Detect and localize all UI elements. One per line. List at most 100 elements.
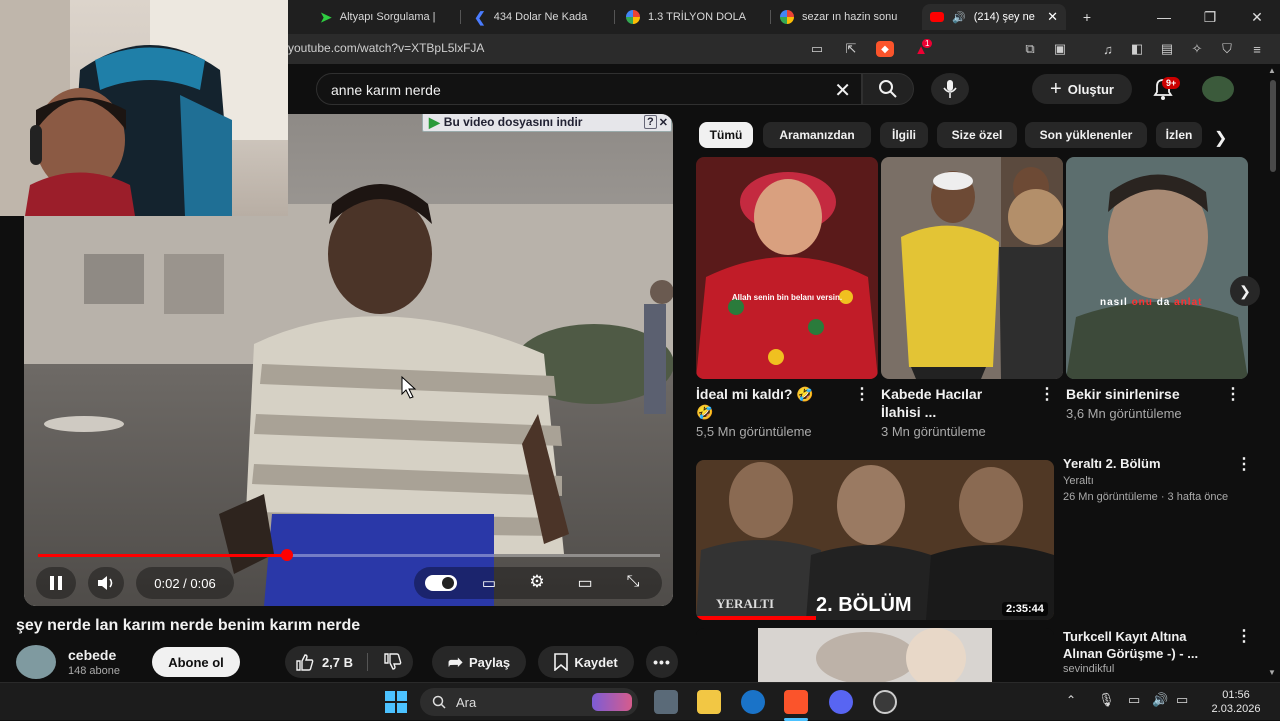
volume-tray-icon[interactable]: 🔊 xyxy=(1152,692,1168,708)
pause-button[interactable] xyxy=(36,567,76,599)
rec-channel-2[interactable]: sevindikful xyxy=(1063,663,1114,675)
short-title-1-line2[interactable]: 🤣 xyxy=(696,403,713,421)
taskbar-search[interactable]: Ara xyxy=(420,688,638,716)
microphone-tray-icon[interactable]: 🎙 xyxy=(1098,692,1115,708)
channel-name[interactable]: cebede xyxy=(68,647,116,663)
rec-title-2-line2[interactable]: Alınan Görüşme -) - ... xyxy=(1063,645,1198,662)
chip-watched[interactable]: İzlen xyxy=(1156,122,1202,148)
voice-search-button[interactable] xyxy=(931,73,969,105)
vpn-icon[interactable]: ⛉ xyxy=(1218,41,1236,57)
create-button[interactable]: + Oluştur xyxy=(1032,74,1132,104)
tab-close-icon[interactable]: ✕ xyxy=(1047,9,1058,25)
subtitles-icon[interactable]: ▭ xyxy=(478,574,500,592)
short-thumbnail-2[interactable] xyxy=(881,157,1063,379)
short-menu-icon[interactable]: ⋮ xyxy=(854,387,870,403)
scroll-down-icon[interactable]: ▼ xyxy=(1268,668,1276,677)
short-thumbnail-3[interactable]: nasıl onu da anlat xyxy=(1066,157,1248,379)
menu-icon[interactable]: ≡ xyxy=(1248,41,1266,57)
chips-next-chevron-icon[interactable]: ❯ xyxy=(1214,128,1227,148)
tray-overflow-chevron-icon[interactable]: ⌃ xyxy=(1066,693,1076,707)
extensions-icon[interactable]: ⧉ xyxy=(1021,41,1039,57)
search-query[interactable]: anne karım nerde xyxy=(331,82,441,98)
save-label: Kaydet xyxy=(574,654,618,670)
rec-menu-icon[interactable]: ⋮ xyxy=(1236,457,1252,473)
download-video-bar[interactable]: ▶ Bu video dosyasını indir ? ✕ xyxy=(422,114,672,132)
taskbar-clock[interactable]: 01:56 2.03.2026 xyxy=(1204,688,1268,716)
tab-sezar[interactable]: sezar ın hazin sonu xyxy=(772,4,918,30)
more-actions-button[interactable]: ••• xyxy=(646,646,678,678)
share-button[interactable]: ➦ Paylaş xyxy=(432,646,526,678)
help-icon[interactable]: ? xyxy=(644,115,657,129)
chip-recently-uploaded[interactable]: Son yüklenenler xyxy=(1025,122,1147,148)
rec-thumb-logo: YERALTI xyxy=(716,596,775,611)
short-title-3[interactable]: Bekir sinirlenirse xyxy=(1066,385,1180,403)
short-title-1[interactable]: İdeal mi kaldı? 🤣 xyxy=(696,385,814,403)
chip-from-search[interactable]: Aramanızdan xyxy=(763,122,871,148)
like-button[interactable]: 2,7 B xyxy=(296,653,369,671)
rec-title-1[interactable]: Yeraltı 2. Bölüm xyxy=(1063,455,1161,472)
task-view-icon[interactable] xyxy=(654,690,678,714)
clear-search-icon[interactable]: ✕ xyxy=(834,78,851,103)
volume-button[interactable] xyxy=(88,567,124,599)
rec-menu-icon[interactable]: ⋮ xyxy=(1236,629,1252,645)
scrollbar-thumb[interactable] xyxy=(1270,80,1276,172)
minimize-icon[interactable]: — xyxy=(1152,6,1176,28)
sidebar-icon[interactable]: ◧ xyxy=(1128,41,1146,57)
dislike-button[interactable] xyxy=(374,653,402,671)
fullscreen-icon[interactable]: ⤡ xyxy=(622,573,644,591)
autoplay-toggle[interactable] xyxy=(425,575,457,591)
wallet-icon[interactable]: ▤ xyxy=(1158,41,1176,57)
tab-altyapi[interactable]: ➤ Altyapı Sorgulama | xyxy=(312,4,454,30)
scroll-up-icon[interactable]: ▲ xyxy=(1268,66,1276,75)
save-button[interactable]: Kaydet xyxy=(538,646,634,678)
progress-scrubber-handle[interactable] xyxy=(280,549,293,561)
settings-gear-icon[interactable]: ⚙ xyxy=(526,572,548,592)
chrome-like-app-icon[interactable] xyxy=(873,690,897,714)
new-tab-button[interactable]: + xyxy=(1075,6,1099,28)
rec-thumbnail-2[interactable] xyxy=(696,628,1054,682)
progress-bar[interactable] xyxy=(38,549,660,561)
search-button[interactable] xyxy=(862,73,914,105)
page-scrollbar[interactable]: ▲ ▼ xyxy=(1266,64,1280,682)
short-title-2-line2[interactable]: İlahisi ... xyxy=(881,403,936,421)
subscribe-button[interactable]: Abone ol xyxy=(152,647,240,677)
search-highlight-icon xyxy=(592,693,632,711)
screenshot-icon[interactable]: ▣ xyxy=(1051,41,1069,57)
media-icon[interactable]: ♫ xyxy=(1099,41,1117,57)
rec-title-2[interactable]: Turkcell Kayıt Altına xyxy=(1063,628,1187,645)
shorts-next-chevron-icon[interactable]: ❯ xyxy=(1230,276,1260,306)
short-menu-icon[interactable]: ⋮ xyxy=(1039,387,1055,403)
tab-youtube-active[interactable]: 🔊 (214) şey ne ✕ xyxy=(922,4,1066,30)
network-icon[interactable]: ▭ xyxy=(1128,692,1140,708)
mail-app-icon[interactable] xyxy=(741,690,765,714)
theater-mode-icon[interactable]: ▭ xyxy=(572,573,598,592)
short-thumbnail-1[interactable]: Allah senin bin belanı versin. xyxy=(696,157,878,379)
leo-ai-icon[interactable]: ✧ xyxy=(1188,41,1206,57)
cast-icon[interactable]: ▭ xyxy=(808,41,826,57)
chip-related[interactable]: İlgili xyxy=(880,122,928,148)
tab-dolar[interactable]: ❮ 434 Dolar Ne Kada xyxy=(466,4,608,30)
channel-avatar[interactable] xyxy=(16,645,56,679)
brave-shields-icon[interactable]: ◆ xyxy=(876,41,894,57)
chip-for-you[interactable]: Size özel xyxy=(937,122,1017,148)
rec-watch-progress xyxy=(696,616,816,620)
tab-trilyon[interactable]: 1.3 TRİLYON DOLA xyxy=(618,4,766,30)
rec-thumbnail-1[interactable]: YERALTI 2. BÖLÜM 2:35:44 xyxy=(696,460,1054,620)
chip-all[interactable]: Tümü xyxy=(699,122,753,148)
file-explorer-icon[interactable] xyxy=(697,690,721,714)
short-title-2[interactable]: Kabede Hacılar xyxy=(881,385,982,403)
search-input[interactable]: anne karım nerde ✕ xyxy=(316,73,862,105)
brave-browser-icon[interactable] xyxy=(784,690,808,714)
windows-start-icon[interactable] xyxy=(385,691,407,713)
share-page-icon[interactable]: ⇱ xyxy=(842,41,860,57)
speaker-icon[interactable]: 🔊 xyxy=(952,11,966,24)
discord-icon[interactable] xyxy=(829,690,853,714)
close-window-icon[interactable]: ✕ xyxy=(1245,6,1269,28)
rec-channel-1[interactable]: Yeraltı xyxy=(1063,475,1094,487)
restore-icon[interactable]: ❐ xyxy=(1198,6,1222,28)
close-download-bar-icon[interactable]: ✕ xyxy=(659,116,668,129)
url-field[interactable]: youtube.com/watch?v=XTBpL5lxFJA xyxy=(288,41,484,55)
battery-icon[interactable]: ▭ xyxy=(1176,692,1188,708)
account-avatar[interactable] xyxy=(1202,76,1234,102)
short-menu-icon[interactable]: ⋮ xyxy=(1225,387,1241,403)
